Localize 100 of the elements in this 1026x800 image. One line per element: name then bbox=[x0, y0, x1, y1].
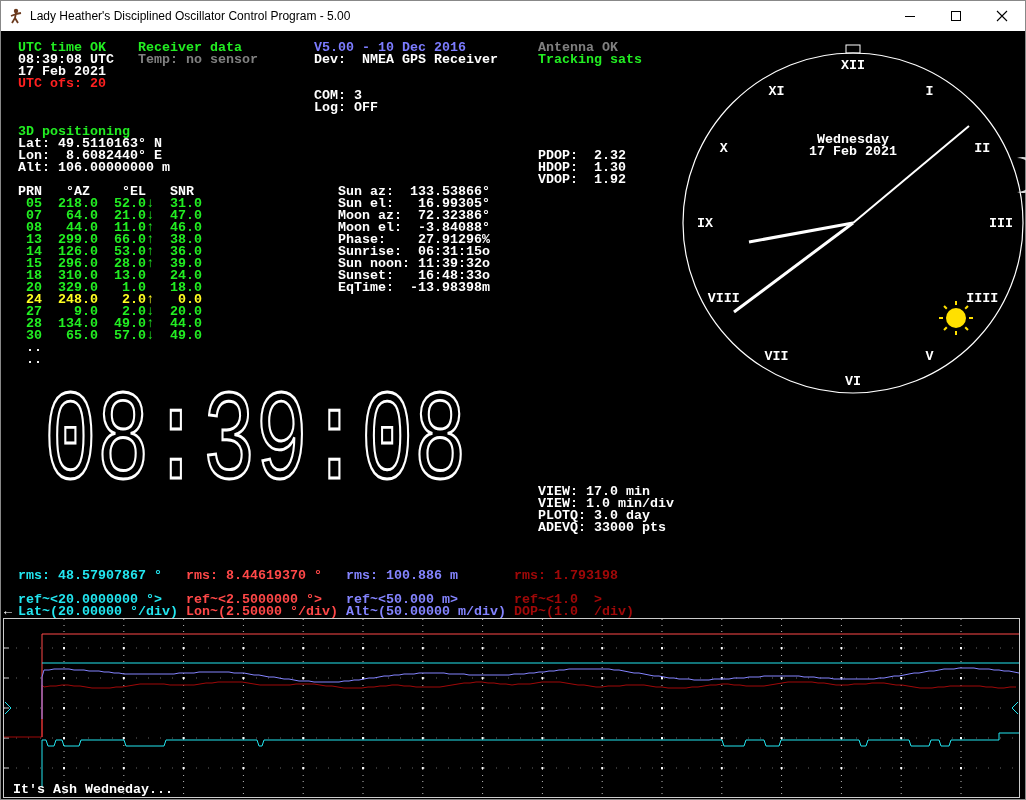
table-cell-text: 2.0 bbox=[120, 294, 146, 306]
astro-label: Phase: bbox=[338, 234, 386, 246]
table-cell-text: 9.0 bbox=[73, 306, 98, 318]
scale-marker-icon bbox=[1011, 701, 1019, 715]
table-cell-text: 218.0 bbox=[56, 198, 98, 210]
table-cell-text: 27 bbox=[25, 306, 42, 318]
table-cell-text: 28 bbox=[25, 318, 42, 330]
table-cell-text: 2.0 bbox=[121, 306, 146, 318]
trend-arrow: ↓ bbox=[145, 306, 154, 318]
clock-numeral: II bbox=[974, 141, 991, 157]
trend-arrow: ↓ bbox=[145, 210, 154, 222]
astro-label: Moon az: bbox=[338, 210, 403, 222]
date-text: 17 Feb 2021 bbox=[18, 66, 106, 78]
astro-value: 133.53866° bbox=[409, 186, 490, 198]
table-cell-text: 134.0 bbox=[56, 318, 98, 330]
table-cell-text: 18 bbox=[25, 270, 42, 282]
table-cell-text: 08 bbox=[25, 222, 42, 234]
dop-text: PDOP: 2.32 bbox=[538, 150, 627, 162]
receiver-heading: Receiver data bbox=[138, 42, 243, 54]
astro-value: 11:39:32o bbox=[416, 258, 490, 270]
plot-setting-text: VIEW: 1.0 min/div bbox=[538, 498, 675, 510]
table-cell-text: 65.0 bbox=[64, 330, 98, 342]
table-cell-text: 39.0 bbox=[168, 258, 202, 270]
table-cell-text: 30 bbox=[25, 330, 42, 342]
moon-icon bbox=[1017, 157, 1026, 193]
table-cell-text: 24.0 bbox=[168, 270, 202, 282]
figure-icon bbox=[8, 8, 24, 24]
scale-marker-icon bbox=[4, 701, 12, 715]
table-cell-text: 66.0 bbox=[112, 234, 146, 246]
table-cell-text: 07 bbox=[25, 210, 42, 222]
rms-text: rms: 100.886 m bbox=[346, 570, 459, 582]
column-header: °AZ bbox=[66, 186, 90, 198]
clock-numeral: I bbox=[925, 83, 934, 99]
twelve-marker bbox=[845, 44, 861, 54]
clock-numeral: X bbox=[719, 141, 728, 157]
astro-value: 27.91296% bbox=[416, 234, 490, 246]
table-cell-text: 28.0 bbox=[112, 258, 146, 270]
table-cell-text: 24 bbox=[25, 294, 42, 306]
astro-label: Sun noon: bbox=[338, 258, 410, 270]
status-text: UTC time OK bbox=[18, 42, 106, 54]
reference-text: ref~<2.5000000 °> bbox=[186, 594, 322, 606]
clock-numeral: V bbox=[925, 348, 934, 364]
log-text: Log: OFF bbox=[314, 102, 379, 114]
trend-arrow: ↑ bbox=[145, 318, 154, 330]
astro-label: EqTime: bbox=[338, 282, 395, 294]
table-cell-text: 20.0 bbox=[168, 306, 202, 318]
table-cell-text: 1.0 bbox=[120, 282, 146, 294]
astro-value: -3.84088° bbox=[416, 222, 490, 234]
table-cell-text: 46.0 bbox=[168, 222, 202, 234]
version-text: V5.00 - 10 Dec 2016 bbox=[314, 42, 466, 54]
maximize-icon bbox=[950, 10, 962, 22]
table-cell-text: 49.0 bbox=[168, 330, 202, 342]
rms-text: rms: 48.57907867 ° bbox=[18, 570, 163, 582]
column-header: PRN bbox=[18, 186, 42, 198]
table-cell-text: 47.0 bbox=[168, 210, 202, 222]
table-cell-text: 20 bbox=[25, 282, 42, 294]
position-text: Alt: 106.00000000 m bbox=[18, 162, 170, 174]
table-cell-text: 13 bbox=[25, 234, 42, 246]
trend-arrow: ↓ bbox=[145, 330, 154, 342]
clock-numeral: VII bbox=[764, 348, 789, 364]
table-cell-text: 64.0 bbox=[64, 210, 98, 222]
table-cell-text: 11.0 bbox=[112, 222, 146, 234]
marker-text: ← bbox=[4, 606, 13, 618]
message-text: It's Ash Wedneday... bbox=[13, 784, 173, 796]
weekday-label: Wednesday bbox=[817, 132, 889, 147]
table-cell-text: 52.0 bbox=[112, 198, 146, 210]
trend-arrow: ↑ bbox=[145, 294, 154, 306]
device-text: Dev: NMEA GPS Receiver bbox=[314, 54, 498, 66]
temperature-text: Temp: no sensor bbox=[138, 54, 259, 66]
astro-label: Sunset: bbox=[338, 270, 395, 282]
dop-text: HDOP: 1.30 bbox=[538, 162, 627, 174]
table-cell-text: 21.0 bbox=[112, 210, 146, 222]
scale-text: Alt~(50.00000 m/div) bbox=[346, 606, 507, 618]
table-cell-text: 126.0 bbox=[56, 246, 98, 258]
trend-arrow: ↑ bbox=[145, 258, 154, 270]
astro-value: 72.32386° bbox=[416, 210, 490, 222]
position-text: Lat: 49.5110163° N bbox=[18, 138, 162, 150]
plot-setting-text: PLOTQ: 3.0 day bbox=[538, 510, 650, 522]
table-cell-text: 05 bbox=[25, 198, 42, 210]
reference-text: ref~<1.0 > bbox=[514, 594, 602, 606]
astro-value: 16.99305° bbox=[416, 198, 490, 210]
tracking-status: Tracking sats bbox=[538, 54, 643, 66]
trend-arrow: ↑ bbox=[145, 246, 154, 258]
scale-text: Lat~(20.00000 °/div) bbox=[18, 606, 179, 618]
table-cell-text: 38.0 bbox=[168, 234, 202, 246]
plot-setting-text: VIEW: 17.0 min bbox=[538, 486, 650, 498]
scale-text: Lon~(2.50000 °/div) bbox=[186, 606, 339, 618]
table-cell-text: 329.0 bbox=[56, 282, 98, 294]
trend-arrow: ↑ bbox=[145, 222, 154, 234]
sun-icon bbox=[938, 300, 974, 336]
more-indicator: .. bbox=[25, 354, 42, 366]
clock-numeral: VIII bbox=[707, 290, 740, 306]
astro-label: Sunrise: bbox=[338, 246, 403, 258]
table-cell-text: 15 bbox=[25, 258, 42, 270]
position-mode-text: 3D positioning bbox=[18, 126, 130, 138]
clock-numeral: XI bbox=[768, 83, 785, 99]
reference-text: ref~<20.0000000 °> bbox=[18, 594, 162, 606]
astro-value: -13.98398m bbox=[409, 282, 490, 294]
astro-label: Moon el: bbox=[338, 222, 403, 234]
astro-label: Sun el: bbox=[338, 198, 395, 210]
